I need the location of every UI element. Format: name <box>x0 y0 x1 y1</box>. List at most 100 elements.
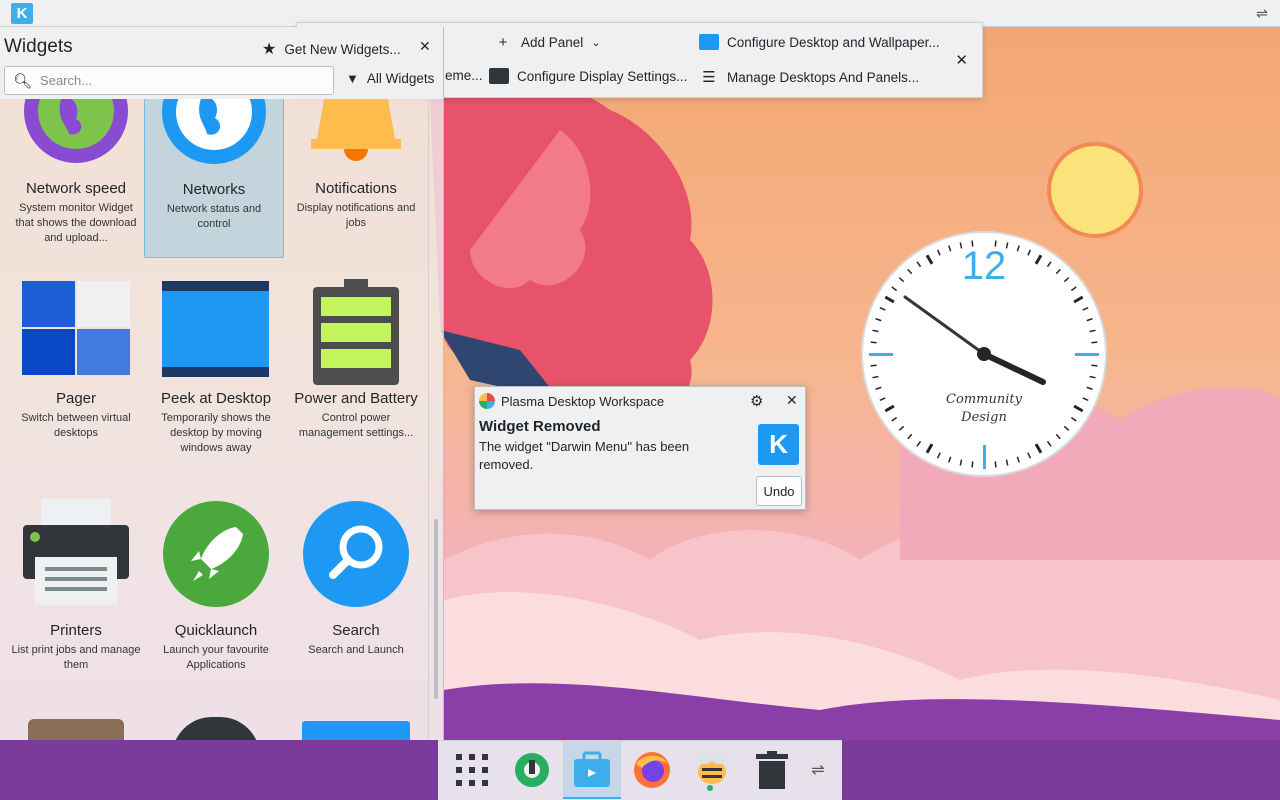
widget-desc: List print jobs and manage them <box>11 644 141 671</box>
widget-name: Network speed <box>25 180 127 197</box>
widget-desc: Launch your favourite Applications <box>163 644 269 671</box>
widget-tile-partial <box>302 721 410 740</box>
clock-tick <box>870 364 877 367</box>
search-icon <box>303 501 409 607</box>
scrollbar-thumb[interactable] <box>434 519 438 699</box>
widget-tile-pager[interactable]: Pager Switch between virtual desktops <box>6 279 146 479</box>
widget-filter-button[interactable]: ▼ All Widgets <box>346 71 434 86</box>
widget-tile-partial <box>28 719 124 740</box>
widget-name: Power and Battery <box>294 390 418 407</box>
get-new-label: Get New Widgets... <box>284 41 401 57</box>
panels-icon: ☰ <box>702 69 716 86</box>
theme-button-partial[interactable]: eme... <box>445 68 483 83</box>
display-icon <box>489 68 509 84</box>
plasma-app-icon <box>479 393 495 409</box>
close-icon[interactable]: ✕ <box>786 392 798 409</box>
widgets-header: Widgets ★ Get New Widgets... ✕ 🔍︎ ▼ All … <box>0 27 443 99</box>
kde-launcher-icon[interactable]: K <box>11 3 33 24</box>
networks-icon <box>162 99 266 164</box>
configure-desktop-label: Configure Desktop and Wallpaper... <box>727 34 940 50</box>
gear-icon[interactable]: ⚙ <box>750 392 763 410</box>
network-speed-icon <box>24 99 128 163</box>
filter-icon: ▼ <box>346 71 359 86</box>
bell-icon <box>311 99 401 161</box>
configure-desktop-button[interactable]: Configure Desktop and Wallpaper... <box>699 34 940 50</box>
manage-desktops-label: Manage Desktops And Panels... <box>727 69 920 85</box>
clock-tick <box>1091 364 1098 367</box>
widget-name: Pager <box>55 390 97 407</box>
widget-name: Search <box>332 622 380 639</box>
clock-tick <box>971 461 974 468</box>
app-grid-icon[interactable] <box>443 741 501 799</box>
trash-icon[interactable] <box>743 741 801 799</box>
widget-scrollbar[interactable] <box>428 99 443 740</box>
widget-tile-network-speed[interactable]: Network speed System monitor Widget that… <box>6 99 146 249</box>
configure-display-button[interactable]: Configure Display Settings... <box>489 68 687 84</box>
add-panel-label: Add Panel <box>521 35 584 50</box>
close-icon[interactable]: ✕ <box>955 51 968 69</box>
clock-center <box>977 347 991 361</box>
widget-name: Quicklaunch <box>174 622 258 639</box>
clock-brand-line1: Community <box>946 392 1023 407</box>
widget-tile-printers[interactable]: Printers List print jobs and manage them <box>6 499 146 699</box>
panel-config-icon[interactable]: ⇌ <box>798 741 838 799</box>
analog-clock-widget[interactable]: 12 Community Design <box>861 231 1107 477</box>
widget-name: Notifications <box>315 180 397 197</box>
configure-display-label: Configure Display Settings... <box>517 68 688 84</box>
notification-header: Plasma Desktop Workspace <box>479 393 664 409</box>
widget-desc: Network status and control <box>166 203 262 230</box>
widget-tile-notifications[interactable]: Notifications Display notifications and … <box>286 99 426 249</box>
search-icon: 🔍︎ <box>13 72 33 90</box>
widget-tile-partial <box>172 717 260 740</box>
star-icon: ★ <box>262 41 277 58</box>
get-new-widgets-button[interactable]: ★ Get New Widgets... <box>262 39 401 59</box>
discover-icon[interactable] <box>563 741 621 799</box>
widget-desc: Display notifications and jobs <box>296 202 416 229</box>
widget-search-field[interactable]: 🔍︎ <box>4 66 334 95</box>
clock-numeral-12: 12 <box>962 244 1007 288</box>
clock-marker-9 <box>869 353 893 356</box>
clock-tick <box>1091 341 1098 344</box>
widget-tile-search[interactable]: Search Search and Launch <box>286 499 426 699</box>
widget-desc: Temporarily shows the desktop by moving … <box>161 412 271 454</box>
firefox-icon[interactable] <box>623 741 681 799</box>
system-settings-icon[interactable] <box>503 741 561 799</box>
wallpaper-icon <box>699 34 719 50</box>
widget-search-input[interactable] <box>40 73 321 88</box>
kbugbuster-icon[interactable] <box>683 741 741 799</box>
widget-name: Networks <box>182 181 246 198</box>
manage-desktops-button[interactable]: ☰ Manage Desktops And Panels... <box>699 68 919 86</box>
clock-tick <box>994 461 997 468</box>
add-panel-button[interactable]: + Add Panel ⌄ <box>493 34 601 51</box>
battery-icon <box>313 279 399 385</box>
widget-tile-networks[interactable]: Networks Network status and control <box>144 99 284 258</box>
widget-name: Peek at Desktop <box>160 390 272 407</box>
bottom-taskbar: ⇌ <box>438 740 842 800</box>
notification-body: The widget "Darwin Menu" has been remove… <box>479 439 690 472</box>
widget-desc: Switch between virtual desktops <box>21 412 131 439</box>
widget-tile-quicklaunch[interactable]: Quicklaunch Launch your favourite Applic… <box>146 499 286 699</box>
close-icon[interactable]: ✕ <box>419 38 431 55</box>
kde-logo-icon: K <box>758 424 799 465</box>
notification-popup: Plasma Desktop Workspace ⚙ ✕ Widget Remo… <box>474 386 806 510</box>
widget-grid: Network speed System monitor Widget that… <box>0 99 428 740</box>
widgets-explorer: Network speed System monitor Widget that… <box>0 27 444 740</box>
undo-button[interactable]: Undo <box>756 476 802 506</box>
widget-desc: Search and Launch <box>308 644 404 656</box>
theme-partial-label: eme... <box>445 68 483 83</box>
clock-marker-6 <box>983 445 986 469</box>
widget-tile-power-and-battery[interactable]: Power and Battery Control power manageme… <box>286 279 426 479</box>
notification-title: Widget Removed <box>479 418 601 435</box>
chevron-down-icon: ⌄ <box>591 37 601 49</box>
clock-brand-line2: Design <box>960 410 1007 425</box>
clock-tick <box>870 341 877 344</box>
widget-tile-peek-at-desktop[interactable]: Peek at Desktop Temporarily shows the de… <box>146 279 286 479</box>
pager-icon <box>22 281 130 375</box>
plus-icon: + <box>498 34 508 51</box>
filter-label: All Widgets <box>366 71 435 86</box>
panel-config-icon[interactable]: ⇌ <box>1254 5 1270 21</box>
printer-icon <box>23 499 129 605</box>
widget-desc: System monitor Widget that shows the dow… <box>15 202 137 244</box>
widget-name: Printers <box>50 622 102 639</box>
clock-marker-3 <box>1075 353 1099 356</box>
